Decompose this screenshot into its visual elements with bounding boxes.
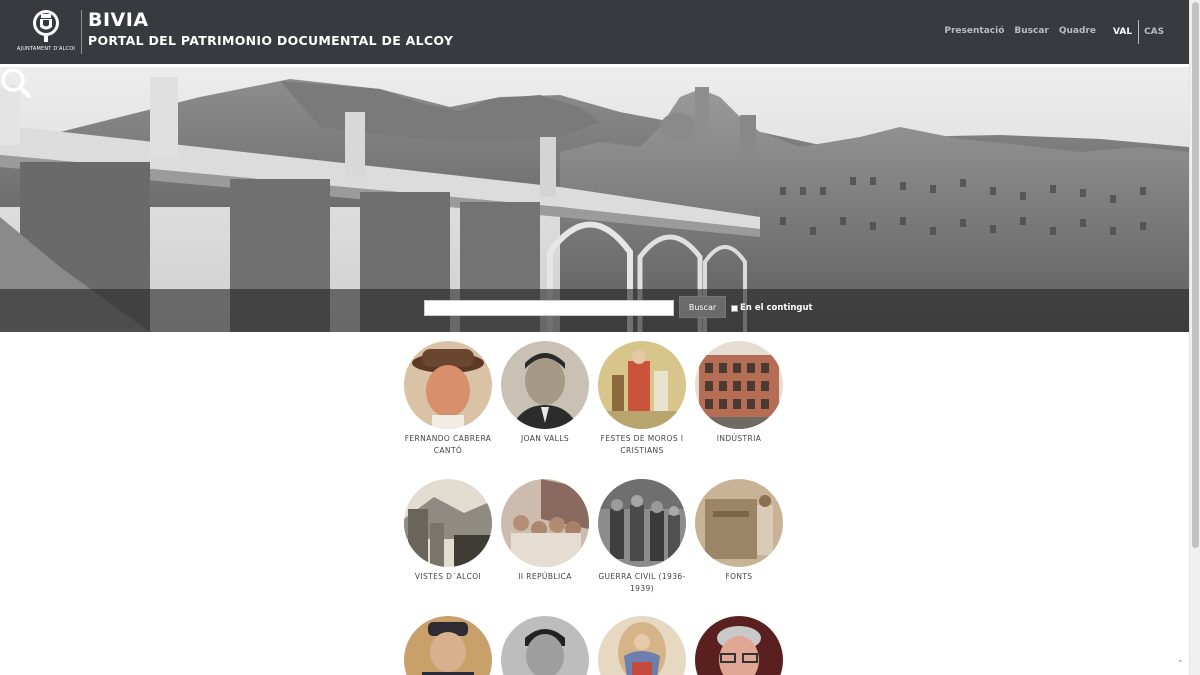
portrait-hat-thumbnail[interactable]: [404, 341, 492, 429]
header-divider: [81, 10, 82, 54]
collection-label[interactable]: FESTES DE MOROS I CRISTIANS: [587, 433, 697, 457]
lang-val[interactable]: VAL: [1113, 27, 1138, 37]
search-input[interactable]: [424, 300, 674, 316]
group-flag-thumbnail[interactable]: [501, 479, 589, 567]
page-scrollbar[interactable]: [1189, 0, 1200, 675]
nav-buscar[interactable]: Buscar: [1014, 26, 1048, 36]
content-checkbox-label: En el contingut: [740, 303, 813, 313]
logo-caption: AJUNTAMENT D'ALCOI: [16, 46, 76, 52]
portrait-man-thumbnail[interactable]: [501, 341, 589, 429]
coat-of-arms-icon: [33, 10, 59, 42]
festival-thumbnail[interactable]: [598, 341, 686, 429]
lang-cas[interactable]: CAS: [1139, 27, 1164, 37]
hero-banner: Buscar En el contingut: [0, 67, 1189, 332]
language-switcher: VAL CAS: [1113, 20, 1164, 44]
search-icon[interactable]: [0, 67, 32, 99]
main-nav: Presentació Buscar Quadre: [944, 26, 1096, 36]
collection-label[interactable]: FERNANDO CABRERA CANTÓ: [393, 433, 503, 457]
town-view-thumbnail[interactable]: [404, 479, 492, 567]
collection-label[interactable]: GUERRA CIVIL (1936-1939): [587, 571, 697, 595]
nav-presentacio[interactable]: Presentació: [944, 26, 1004, 36]
ajuntament-logo[interactable]: AJUNTAMENT D'ALCOI: [14, 8, 78, 56]
collection-label[interactable]: JOAN VALLS: [490, 433, 600, 445]
fountain-thumbnail[interactable]: [695, 479, 783, 567]
scrollbar-thumb[interactable]: [1192, 2, 1199, 548]
portrait-man-bw-thumbnail[interactable]: [501, 616, 589, 675]
content-checkbox[interactable]: [731, 304, 738, 312]
religious-painting-thumbnail[interactable]: [598, 616, 686, 675]
site-header: AJUNTAMENT D'ALCOI BIVIA PORTAL DEL PATR…: [0, 0, 1189, 64]
site-title[interactable]: BIVIA: [88, 9, 149, 31]
collection-label[interactable]: VISTES D´ALCOI: [393, 571, 503, 583]
collection-label[interactable]: II REPÚBLICA: [490, 571, 600, 583]
site-subtitle: PORTAL DEL PATRIMONIO DOCUMENTAL DE ALCO…: [88, 33, 454, 48]
portrait-officer-thumbnail[interactable]: [404, 616, 492, 675]
search-button[interactable]: Buscar: [679, 296, 726, 318]
collection-label[interactable]: INDÚSTRIA: [684, 433, 794, 445]
content-checkbox-group: En el contingut: [731, 303, 813, 313]
nav-quadre[interactable]: Quadre: [1059, 26, 1096, 36]
portrait-glasses-thumbnail[interactable]: [695, 616, 783, 675]
factory-building-thumbnail[interactable]: [695, 341, 783, 429]
collection-label[interactable]: FONTS: [684, 571, 794, 583]
back-to-top-icon[interactable]: ⌃: [1177, 659, 1184, 668]
soldiers-thumbnail[interactable]: [598, 479, 686, 567]
